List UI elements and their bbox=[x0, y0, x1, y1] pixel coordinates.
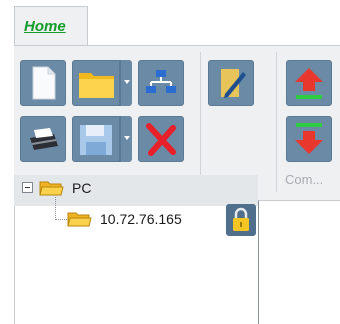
delete-button[interactable] bbox=[138, 116, 184, 162]
folder-icon bbox=[79, 73, 114, 98]
move-down-button[interactable] bbox=[286, 116, 332, 162]
open-folder-dropdown[interactable] bbox=[120, 60, 132, 106]
arrow-down-icon bbox=[295, 123, 323, 154]
save-button[interactable] bbox=[72, 116, 120, 162]
new-document-button[interactable] bbox=[20, 60, 66, 106]
save-icon bbox=[80, 125, 112, 155]
tab-home[interactable]: Home bbox=[14, 6, 88, 46]
host-folder-icon bbox=[67, 212, 92, 227]
network-icon bbox=[146, 70, 176, 93]
edit-button[interactable] bbox=[208, 60, 254, 106]
tab-home-label: Home bbox=[24, 18, 66, 35]
ribbon-separator-2 bbox=[276, 52, 277, 192]
ribbon-separator bbox=[200, 52, 201, 192]
open-folder-button[interactable] bbox=[72, 60, 120, 106]
arrow-up-icon bbox=[295, 68, 323, 99]
network-button[interactable] bbox=[138, 60, 184, 106]
tree-host-label[interactable]: 10.72.76.165 bbox=[100, 211, 182, 227]
content-panel bbox=[258, 200, 340, 324]
tree-connector bbox=[55, 197, 57, 220]
move-up-button[interactable] bbox=[286, 60, 332, 106]
new-document-icon bbox=[32, 66, 56, 100]
collapse-minus-icon bbox=[25, 187, 30, 188]
edit-icon bbox=[221, 69, 246, 98]
lock-button[interactable] bbox=[226, 204, 256, 236]
printer-icon bbox=[30, 128, 58, 150]
tree-root-label[interactable]: PC bbox=[72, 180, 91, 196]
pc-folder-icon bbox=[39, 181, 64, 196]
print-button[interactable] bbox=[20, 116, 66, 162]
group-label-2: Com... bbox=[285, 172, 324, 187]
lock-icon bbox=[233, 207, 249, 231]
left-edge bbox=[0, 46, 14, 324]
save-dropdown[interactable] bbox=[120, 116, 132, 162]
collapse-toggle[interactable] bbox=[22, 182, 33, 193]
delete-icon bbox=[146, 123, 176, 156]
